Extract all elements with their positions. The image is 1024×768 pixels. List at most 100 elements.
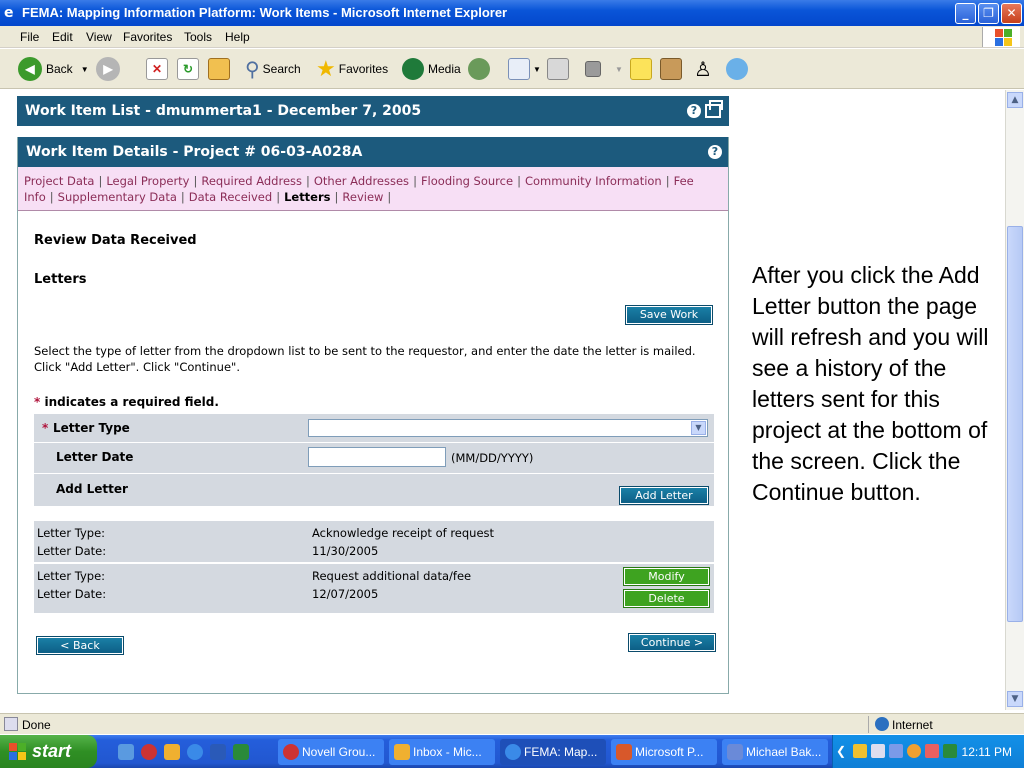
menu-file[interactable]: File <box>20 30 39 44</box>
tray-v2-icon[interactable] <box>943 744 957 758</box>
taskbar-item-michael[interactable]: Michael Bak... <box>722 739 828 765</box>
taskbar-item-fema[interactable]: FEMA: Map... <box>500 739 606 765</box>
page-icon <box>4 717 18 731</box>
favorites-button[interactable]: ★ Favorites <box>316 55 388 83</box>
letter-date-value: 12/07/2005 <box>312 587 379 601</box>
globe-icon <box>875 717 889 731</box>
home-button[interactable] <box>208 55 230 83</box>
letter-date-input[interactable] <box>308 447 446 467</box>
back-page-button[interactable]: < Back <box>36 636 124 655</box>
help-icon[interactable]: ? <box>708 145 722 159</box>
messenger-button[interactable]: ♙ <box>694 55 712 83</box>
outlook-icon <box>394 744 410 760</box>
quicklaunch-excel-icon[interactable] <box>233 744 249 760</box>
stop-button[interactable]: ✕ <box>146 55 168 83</box>
network-icon[interactable] <box>889 744 903 758</box>
scroll-up-icon[interactable]: ▲ <box>1007 92 1023 108</box>
history-button[interactable] <box>468 55 494 83</box>
letter-history-row: Letter Type: Request additional data/fee… <box>34 564 714 613</box>
quicklaunch-desktop-icon[interactable] <box>118 744 134 760</box>
menu-edit[interactable]: Edit <box>52 30 73 44</box>
stop-icon: ✕ <box>146 58 168 80</box>
restore-window-icon[interactable] <box>705 100 723 118</box>
edit-button[interactable]: ▼ <box>585 55 623 83</box>
work-item-details-header: Work Item Details - Project # 06-03-A028… <box>18 137 728 167</box>
windows-logo-icon <box>982 27 1020 47</box>
tray-app-icon[interactable] <box>853 744 867 758</box>
menu-tools[interactable]: Tools <box>184 30 212 44</box>
save-work-button[interactable]: Save Work <box>625 305 713 325</box>
work-item-list-title: Work Item List - dmummerta1 - December 7… <box>25 103 422 119</box>
refresh-button[interactable]: ↻ <box>177 55 199 83</box>
tab-letters[interactable]: Letters <box>284 190 330 204</box>
menu-help[interactable]: Help <box>225 30 250 44</box>
chevron-down-icon[interactable]: ▼ <box>81 65 89 74</box>
minimize-button[interactable]: _ <box>955 3 976 24</box>
forward-button[interactable]: ▶ <box>96 55 124 83</box>
person-icon: ♙ <box>694 58 712 81</box>
tab-community-information[interactable]: Community Information <box>525 174 662 188</box>
contacts-button[interactable] <box>726 55 748 83</box>
start-button[interactable]: start <box>0 735 97 768</box>
ie-icon: e <box>4 5 14 21</box>
tab-legal-property[interactable]: Legal Property <box>106 174 189 188</box>
scroll-thumb[interactable] <box>1007 226 1023 622</box>
window-title: FEMA: Mapping Information Platform: Work… <box>22 5 508 20</box>
research-button[interactable] <box>660 55 682 83</box>
restore-button[interactable]: ❐ <box>978 3 999 24</box>
quicklaunch-outlook-icon[interactable] <box>164 744 180 760</box>
tab-fee-info-cont[interactable]: Info <box>24 190 46 204</box>
search-button[interactable]: ⚲ Search <box>245 55 301 83</box>
back-button[interactable]: ◀ Back ▼ <box>18 55 89 83</box>
quicklaunch-ie-icon[interactable] <box>187 744 203 760</box>
notes-button[interactable] <box>630 55 652 83</box>
letter-type-select[interactable]: ▼ <box>308 419 708 437</box>
tab-flooding-source[interactable]: Flooding Source <box>421 174 513 188</box>
delete-button[interactable]: Delete <box>623 589 710 608</box>
add-letter-button[interactable]: Add Letter <box>619 486 709 505</box>
tab-project-data[interactable]: Project Data <box>24 174 94 188</box>
letter-type-value: Request additional data/fee <box>312 569 472 583</box>
taskbar-item-novell[interactable]: Novell Grou... <box>278 739 384 765</box>
letter-date-caption: Letter Date: <box>37 587 107 601</box>
quicklaunch-novell-icon[interactable] <box>141 744 157 760</box>
powerpoint-icon <box>616 744 632 760</box>
edit-icon <box>585 61 601 77</box>
menu-favorites[interactable]: Favorites <box>123 30 172 44</box>
quicklaunch-word-icon[interactable] <box>210 744 226 760</box>
tab-supplementary-data[interactable]: Supplementary Data <box>58 190 177 204</box>
window-title-bar[interactable]: e FEMA: Mapping Information Platform: Wo… <box>0 0 1024 26</box>
search-icon: ⚲ <box>245 58 260 81</box>
modify-button[interactable]: Modify <box>623 567 710 586</box>
section-heading: Review Data Received <box>34 233 197 248</box>
tab-other-addresses[interactable]: Other Addresses <box>314 174 409 188</box>
letter-type-label: Letter Type <box>53 421 130 435</box>
mail-button[interactable]: ▼ <box>508 55 541 83</box>
signal-icon[interactable] <box>871 744 885 758</box>
vertical-scrollbar[interactable]: ▲ ▼ <box>1005 90 1024 710</box>
taskbar-item-powerpoint[interactable]: Microsoft P... <box>611 739 717 765</box>
letter-type-row: * Letter Type ▼ <box>34 414 714 442</box>
add-letter-row: Add Letter Add Letter <box>34 474 714 505</box>
tab-review[interactable]: Review <box>342 190 383 204</box>
message-icon <box>727 744 743 760</box>
section-tabs: Project Data | Legal Property | Required Add… <box>18 167 728 211</box>
scroll-down-icon[interactable]: ▼ <box>1007 691 1023 707</box>
taskbar-item-inbox[interactable]: Inbox - Mic... <box>389 739 495 765</box>
tray-tool-icon[interactable] <box>925 744 939 758</box>
continue-button[interactable]: Continue > <box>628 633 716 652</box>
letters-heading: Letters <box>34 272 87 287</box>
tab-fee-info[interactable]: Fee <box>674 174 694 188</box>
tab-required-address[interactable]: Required Address <box>201 174 302 188</box>
tray-expand-icon[interactable]: ❮ <box>836 744 846 758</box>
clock-app-icon[interactable] <box>907 744 921 758</box>
menu-view[interactable]: View <box>86 30 112 44</box>
close-button[interactable]: ✕ <box>1001 3 1022 24</box>
print-button[interactable] <box>547 55 569 83</box>
chevron-down-icon[interactable]: ▼ <box>691 421 706 435</box>
media-button[interactable]: Media <box>402 55 461 83</box>
tab-data-received[interactable]: Data Received <box>189 190 272 204</box>
menu-bar: File Edit View Favorites Tools Help <box>0 26 1024 48</box>
help-icon[interactable]: ? <box>687 104 701 118</box>
required-note: * indicates a required field. <box>34 395 219 409</box>
